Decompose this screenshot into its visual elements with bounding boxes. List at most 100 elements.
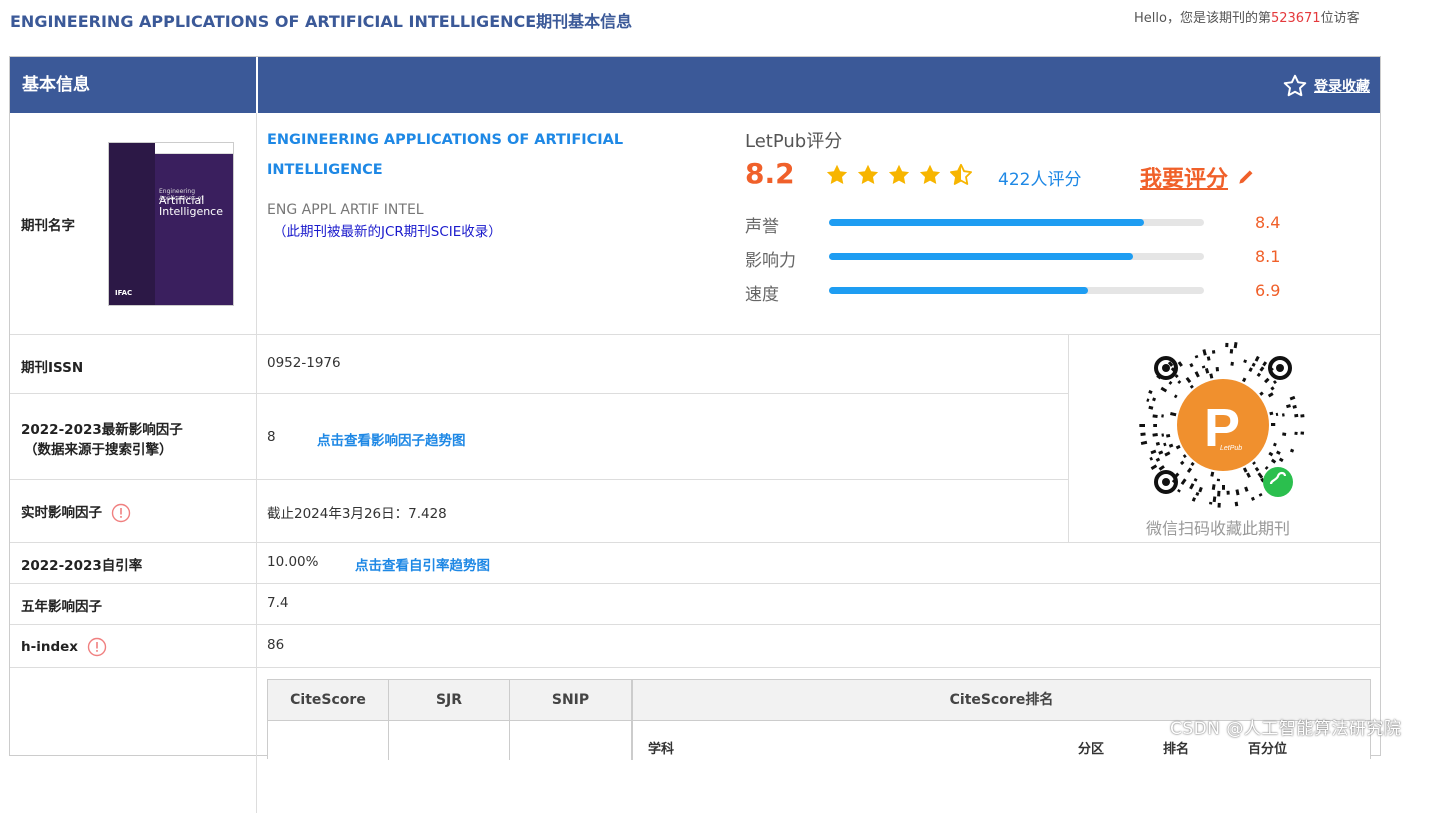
cover-strip <box>109 143 155 305</box>
qr-module <box>1150 464 1158 470</box>
qr-module <box>1158 465 1165 471</box>
snip-cell <box>510 720 632 760</box>
row-divider <box>10 479 1068 480</box>
row-divider <box>10 583 1380 584</box>
qr-module <box>1244 486 1249 492</box>
qr-module <box>1251 362 1256 367</box>
qr-module <box>1140 432 1146 436</box>
cover-body <box>155 154 233 305</box>
h-index-label-text: h-index <box>21 639 78 655</box>
bar-label-impact: 影响力 <box>745 251 796 271</box>
qr-module <box>1140 440 1148 446</box>
journal-name-label: 期刊名字 <box>21 218 75 234</box>
star-outline-icon <box>1283 74 1307 97</box>
qr-module <box>1146 398 1150 402</box>
qr-module <box>1152 397 1157 402</box>
qr-module <box>1173 394 1178 399</box>
qr-finder-dot <box>1162 364 1170 372</box>
rating-stars <box>825 163 973 187</box>
login-favorite-label: 登录收藏 <box>1314 79 1370 95</box>
bar-value-reputation: 8.4 <box>1255 213 1281 232</box>
pencil-icon <box>1239 170 1253 184</box>
qr-module <box>1177 380 1182 384</box>
qr-module <box>1164 451 1171 457</box>
letpub-score: 8.2 <box>745 157 795 190</box>
qr-module <box>1182 454 1187 459</box>
qr-module <box>1212 496 1217 503</box>
qr-module <box>1211 350 1216 354</box>
qr-module <box>1281 413 1285 417</box>
qr-module <box>1252 461 1256 465</box>
qr-module <box>1250 496 1255 501</box>
self-citation-value: 10.00% <box>267 554 319 570</box>
bar-fill-reputation <box>829 219 1144 226</box>
qr-module <box>1271 423 1276 426</box>
qr-module <box>1189 363 1194 368</box>
qr-module <box>1294 413 1299 418</box>
qr-module <box>1158 450 1164 455</box>
qr-module <box>1160 386 1168 393</box>
qr-module <box>1191 497 1196 502</box>
cover-title: Artificial Intelligence <box>159 194 224 218</box>
sjr-cell <box>389 720 510 760</box>
qr-module <box>1186 467 1193 473</box>
qr-module <box>1276 450 1281 455</box>
rank-col-rank: 排名 <box>1163 742 1190 757</box>
qr-column-divider <box>1068 335 1069 542</box>
five-year-if-label: 五年影响因子 <box>21 599 102 615</box>
info-icon[interactable] <box>87 637 107 657</box>
qr-module <box>1256 372 1262 378</box>
rating-count[interactable]: 422人评分 <box>998 165 1081 190</box>
impact-factor-trend-link[interactable]: 点击查看影响因子趋势图 <box>317 429 466 449</box>
qr-module <box>1216 478 1221 482</box>
qr-module <box>1148 389 1153 395</box>
visitor-counter: Hello，您是该期刊的第523671位访客 <box>1134 7 1360 26</box>
qr-module <box>1152 414 1158 418</box>
qr-module <box>1190 461 1195 467</box>
impact-factor-value: 8 <box>267 429 276 445</box>
journal-cover-image[interactable]: Engineering Applications of Artificial I… <box>108 142 234 306</box>
qr-module <box>1243 359 1248 364</box>
bar-value-speed: 6.9 <box>1255 281 1281 300</box>
csdn-watermark: CSDN @人工智能算法研究院 <box>1170 719 1402 739</box>
visitor-number: 523671 <box>1270 11 1321 26</box>
row-divider <box>10 624 1380 625</box>
star-half-icon <box>950 163 972 185</box>
qr-module <box>1155 457 1161 462</box>
qr-module <box>1165 433 1171 438</box>
qr-module <box>1286 404 1291 409</box>
star-filled-icon <box>888 164 910 184</box>
qr-module <box>1139 424 1145 427</box>
qr-module <box>1210 471 1215 477</box>
qr-module <box>1254 355 1260 362</box>
login-favorite-button[interactable]: 登录收藏 <box>1282 73 1370 99</box>
self-citation-trend-link[interactable]: 点击查看自引率趋势图 <box>355 554 490 574</box>
info-icon[interactable] <box>111 503 131 523</box>
qr-module <box>1267 392 1274 398</box>
realtime-if-label: 实时影响因子 <box>21 501 131 523</box>
qr-module <box>1198 486 1203 493</box>
qr-module <box>1264 466 1269 470</box>
qr-caption: 微信扫码收藏此期刊 <box>1146 519 1291 538</box>
visitor-prefix: Hello，您是该期刊的第 <box>1134 11 1271 26</box>
bar-label-reputation: 声誉 <box>745 217 779 237</box>
h-index-value: 86 <box>267 637 285 653</box>
journal-info-table: 基本信息 登录收藏 期刊名字 Engineering Applications … <box>9 56 1381 813</box>
journal-full-name[interactable]: ENGINEERING APPLICATIONS OF ARTIFICIAL I… <box>267 125 627 185</box>
cover-publisher-logo: IFAC <box>115 289 133 297</box>
qr-module <box>1209 373 1214 379</box>
header-bar: 登录收藏 <box>258 57 1380 113</box>
qr-module <box>1177 488 1181 493</box>
col-header-citescore: CiteScore <box>268 680 389 720</box>
wechat-qr-code[interactable]: P LetPub <box>1138 342 1308 508</box>
letpub-logo-text: LetPub <box>1220 445 1242 452</box>
rate-journal-button[interactable]: 我要评分 <box>1140 161 1256 193</box>
star-filled-icon <box>826 164 848 184</box>
mini-program-icon <box>1263 467 1293 497</box>
qr-module <box>1189 384 1194 389</box>
qr-module <box>1180 478 1187 485</box>
qr-module <box>1258 492 1263 497</box>
qr-module <box>1155 441 1160 446</box>
row-divider <box>10 334 1380 335</box>
qr-module <box>1204 367 1210 374</box>
